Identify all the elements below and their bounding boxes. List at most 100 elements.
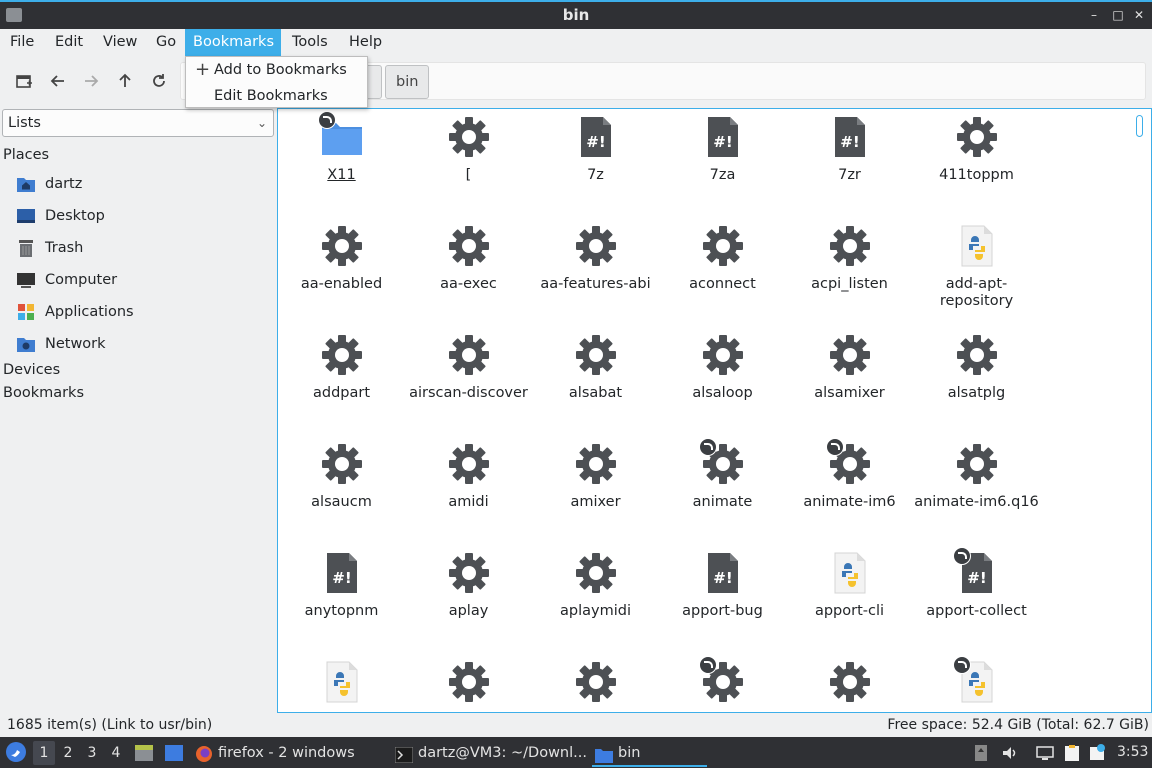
file-item[interactable]: alsabat: [532, 333, 659, 402]
file-item[interactable]: #! anytopnm: [278, 551, 405, 620]
file-item[interactable]: amixer: [532, 442, 659, 511]
file-item[interactable]: aa-features-abi: [532, 224, 659, 293]
side-pane-mode-select[interactable]: Lists ⌄: [2, 109, 274, 137]
file-item[interactable]: #! 7zr: [786, 115, 913, 184]
workspace-4[interactable]: 4: [105, 741, 127, 765]
file-item[interactable]: 411toppm: [913, 115, 1040, 184]
vertical-scrollbar[interactable]: [1136, 115, 1143, 137]
gear-icon: [828, 224, 872, 268]
file-item[interactable]: #! apport-bug: [659, 551, 786, 620]
start-menu-icon[interactable]: [5, 741, 27, 763]
file-item[interactable]: #! 7z: [532, 115, 659, 184]
task-firefox[interactable]: firefox - 2 windows: [192, 739, 355, 767]
file-item[interactable]: add-apt-repository: [913, 224, 1040, 310]
sidebar-item-applications[interactable]: Applications: [16, 299, 134, 325]
file-item[interactable]: acpi_listen: [786, 224, 913, 293]
file-item[interactable]: #! apport-collect: [913, 547, 1040, 620]
removable-media-icon[interactable]: [972, 744, 990, 762]
gear-icon: [955, 115, 999, 159]
file-item[interactable]: [: [405, 115, 532, 184]
applications-icon: [16, 302, 36, 322]
file-item[interactable]: [913, 656, 1040, 712]
sidebar-item-desktop[interactable]: Desktop: [16, 203, 105, 229]
svg-text:#!: #!: [840, 133, 859, 151]
path-crumb-current[interactable]: bin: [385, 65, 430, 99]
file-name: 7za: [709, 167, 736, 183]
gear-link-icon: [698, 438, 745, 486]
file-item[interactable]: alsamixer: [786, 333, 913, 402]
file-item[interactable]: addpart: [278, 333, 405, 402]
file-name: apport-collect: [926, 603, 1027, 619]
sidebar-item-network[interactable]: Network: [16, 331, 106, 357]
edit-bookmarks-item[interactable]: Edit Bookmarks: [186, 83, 367, 109]
file-manager-launcher-icon[interactable]: [134, 743, 154, 761]
file-item[interactable]: alsaucm: [278, 442, 405, 511]
task-terminal[interactable]: dartz@VM3: ~/Downl...: [392, 739, 587, 767]
menu-view[interactable]: View: [95, 29, 145, 56]
new-tab-icon[interactable]: [11, 68, 37, 94]
file-item[interactable]: [405, 660, 532, 712]
notification-icon[interactable]: [1088, 744, 1106, 762]
volume-icon[interactable]: [1001, 744, 1019, 762]
file-item[interactable]: alsaloop: [659, 333, 786, 402]
file-item[interactable]: apport-cli: [786, 551, 913, 620]
workspace-3[interactable]: 3: [81, 741, 103, 765]
file-item[interactable]: #! 7za: [659, 115, 786, 184]
file-name: airscan-discover: [409, 385, 528, 401]
show-desktop-icon[interactable]: [164, 743, 184, 761]
file-item[interactable]: airscan-discover: [405, 333, 532, 402]
file-name: aconnect: [689, 276, 756, 292]
file-item[interactable]: animate-im6: [786, 438, 913, 511]
clock[interactable]: 3:53: [1117, 737, 1148, 768]
file-item[interactable]: aa-exec: [405, 224, 532, 293]
menu-help[interactable]: Help: [341, 29, 390, 56]
workspace-2[interactable]: 2: [57, 741, 79, 765]
file-item[interactable]: amidi: [405, 442, 532, 511]
gear-icon: [447, 115, 491, 159]
add-to-bookmarks-item[interactable]: + Add to Bookmarks: [186, 57, 367, 83]
script-icon: #!: [701, 115, 745, 159]
file-item[interactable]: aplay: [405, 551, 532, 620]
menu-file[interactable]: File: [2, 29, 42, 56]
file-item[interactable]: animate: [659, 438, 786, 511]
workspace-1[interactable]: 1: [33, 741, 55, 765]
file-item[interactable]: [278, 660, 405, 712]
maximize-icon[interactable]: □: [1110, 7, 1126, 23]
file-item[interactable]: alsatplg: [913, 333, 1040, 402]
file-item[interactable]: aplaymidi: [532, 551, 659, 620]
file-item[interactable]: animate-im6.q16: [913, 442, 1040, 511]
file-name: add-apt-repository: [939, 276, 1014, 309]
back-arrow-icon[interactable]: [45, 68, 71, 94]
task-bin-folder[interactable]: bin: [592, 739, 707, 767]
bookmarks-menu: + Add to Bookmarks Edit Bookmarks: [185, 56, 368, 108]
gear-icon: [828, 660, 872, 704]
file-item[interactable]: X11: [278, 111, 405, 184]
status-free-space: Free space: 52.4 GiB (Total: 62.7 GiB): [887, 717, 1149, 733]
menu-bookmarks[interactable]: Bookmarks: [185, 29, 281, 56]
sidebar-item-computer[interactable]: Computer: [16, 267, 117, 293]
sidebar-item-trash[interactable]: Trash: [16, 235, 83, 261]
clipboard-icon[interactable]: [1063, 744, 1081, 762]
file-icon-view[interactable]: X11 [#! 7z #! 7za #! 7zr 411toppm aa-enabled aa-e…: [277, 108, 1152, 713]
forward-arrow-icon[interactable]: [78, 68, 104, 94]
file-item[interactable]: aa-enabled: [278, 224, 405, 293]
file-item[interactable]: [786, 660, 913, 712]
window-title: bin: [562, 6, 590, 24]
menu-edit[interactable]: Edit: [47, 29, 91, 56]
folder-link-icon: [317, 111, 364, 159]
menu-tools[interactable]: Tools: [284, 29, 336, 56]
svg-text:#!: #!: [586, 133, 605, 151]
minimize-icon[interactable]: –: [1086, 7, 1102, 23]
menu-go[interactable]: Go: [148, 29, 184, 56]
file-item[interactable]: [532, 660, 659, 712]
close-icon[interactable]: ✕: [1131, 7, 1147, 23]
sidebar-item-home[interactable]: dartz: [16, 171, 82, 197]
network-tray-icon[interactable]: [1036, 744, 1054, 762]
symlink-badge-icon: [952, 547, 971, 565]
file-item[interactable]: [659, 656, 786, 712]
file-name: alsaloop: [692, 385, 753, 401]
up-arrow-icon[interactable]: [112, 68, 138, 94]
file-item[interactable]: aconnect: [659, 224, 786, 293]
reload-icon[interactable]: [146, 68, 172, 94]
svg-text:#!: #!: [332, 569, 351, 587]
